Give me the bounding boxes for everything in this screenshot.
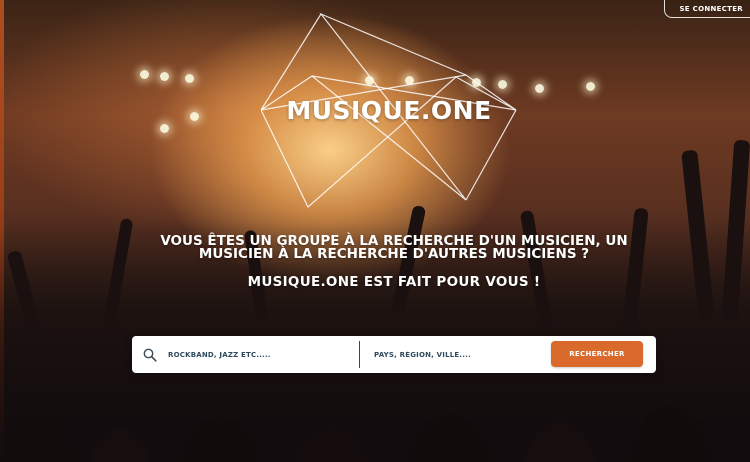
- stage-light: [160, 124, 169, 133]
- brand-title: MUSIQUE.ONE: [286, 96, 492, 125]
- stage-light: [185, 74, 194, 83]
- search-button[interactable]: RECHERCHER: [551, 341, 643, 367]
- location-search-input[interactable]: [374, 344, 549, 366]
- stage-light: [535, 84, 544, 93]
- search-divider: [359, 341, 360, 368]
- stage-light: [160, 72, 169, 81]
- login-button[interactable]: SE CONNECTER: [664, 0, 750, 18]
- hero-headline: VOUS ÊTES UN GROUPE À LA RECHERCHE D'UN …: [150, 234, 638, 262]
- hero-background: SE CONNECTER MUSIQUE.ONE VOUS ÊTES UN GR…: [0, 0, 750, 462]
- stage-light: [190, 112, 199, 121]
- hero-tagline: MUSIQUE.ONE EST FAIT POUR VOUS !: [247, 274, 541, 290]
- search-icon[interactable]: [143, 347, 157, 366]
- stage-light: [586, 82, 595, 91]
- stage-light: [140, 70, 149, 79]
- keyword-search-input[interactable]: [168, 344, 353, 366]
- headline-line-2: MUSICIEN À LA RECHERCHE D'AUTRES MUSICIE…: [198, 246, 590, 262]
- search-bar: RECHERCHER: [132, 336, 656, 373]
